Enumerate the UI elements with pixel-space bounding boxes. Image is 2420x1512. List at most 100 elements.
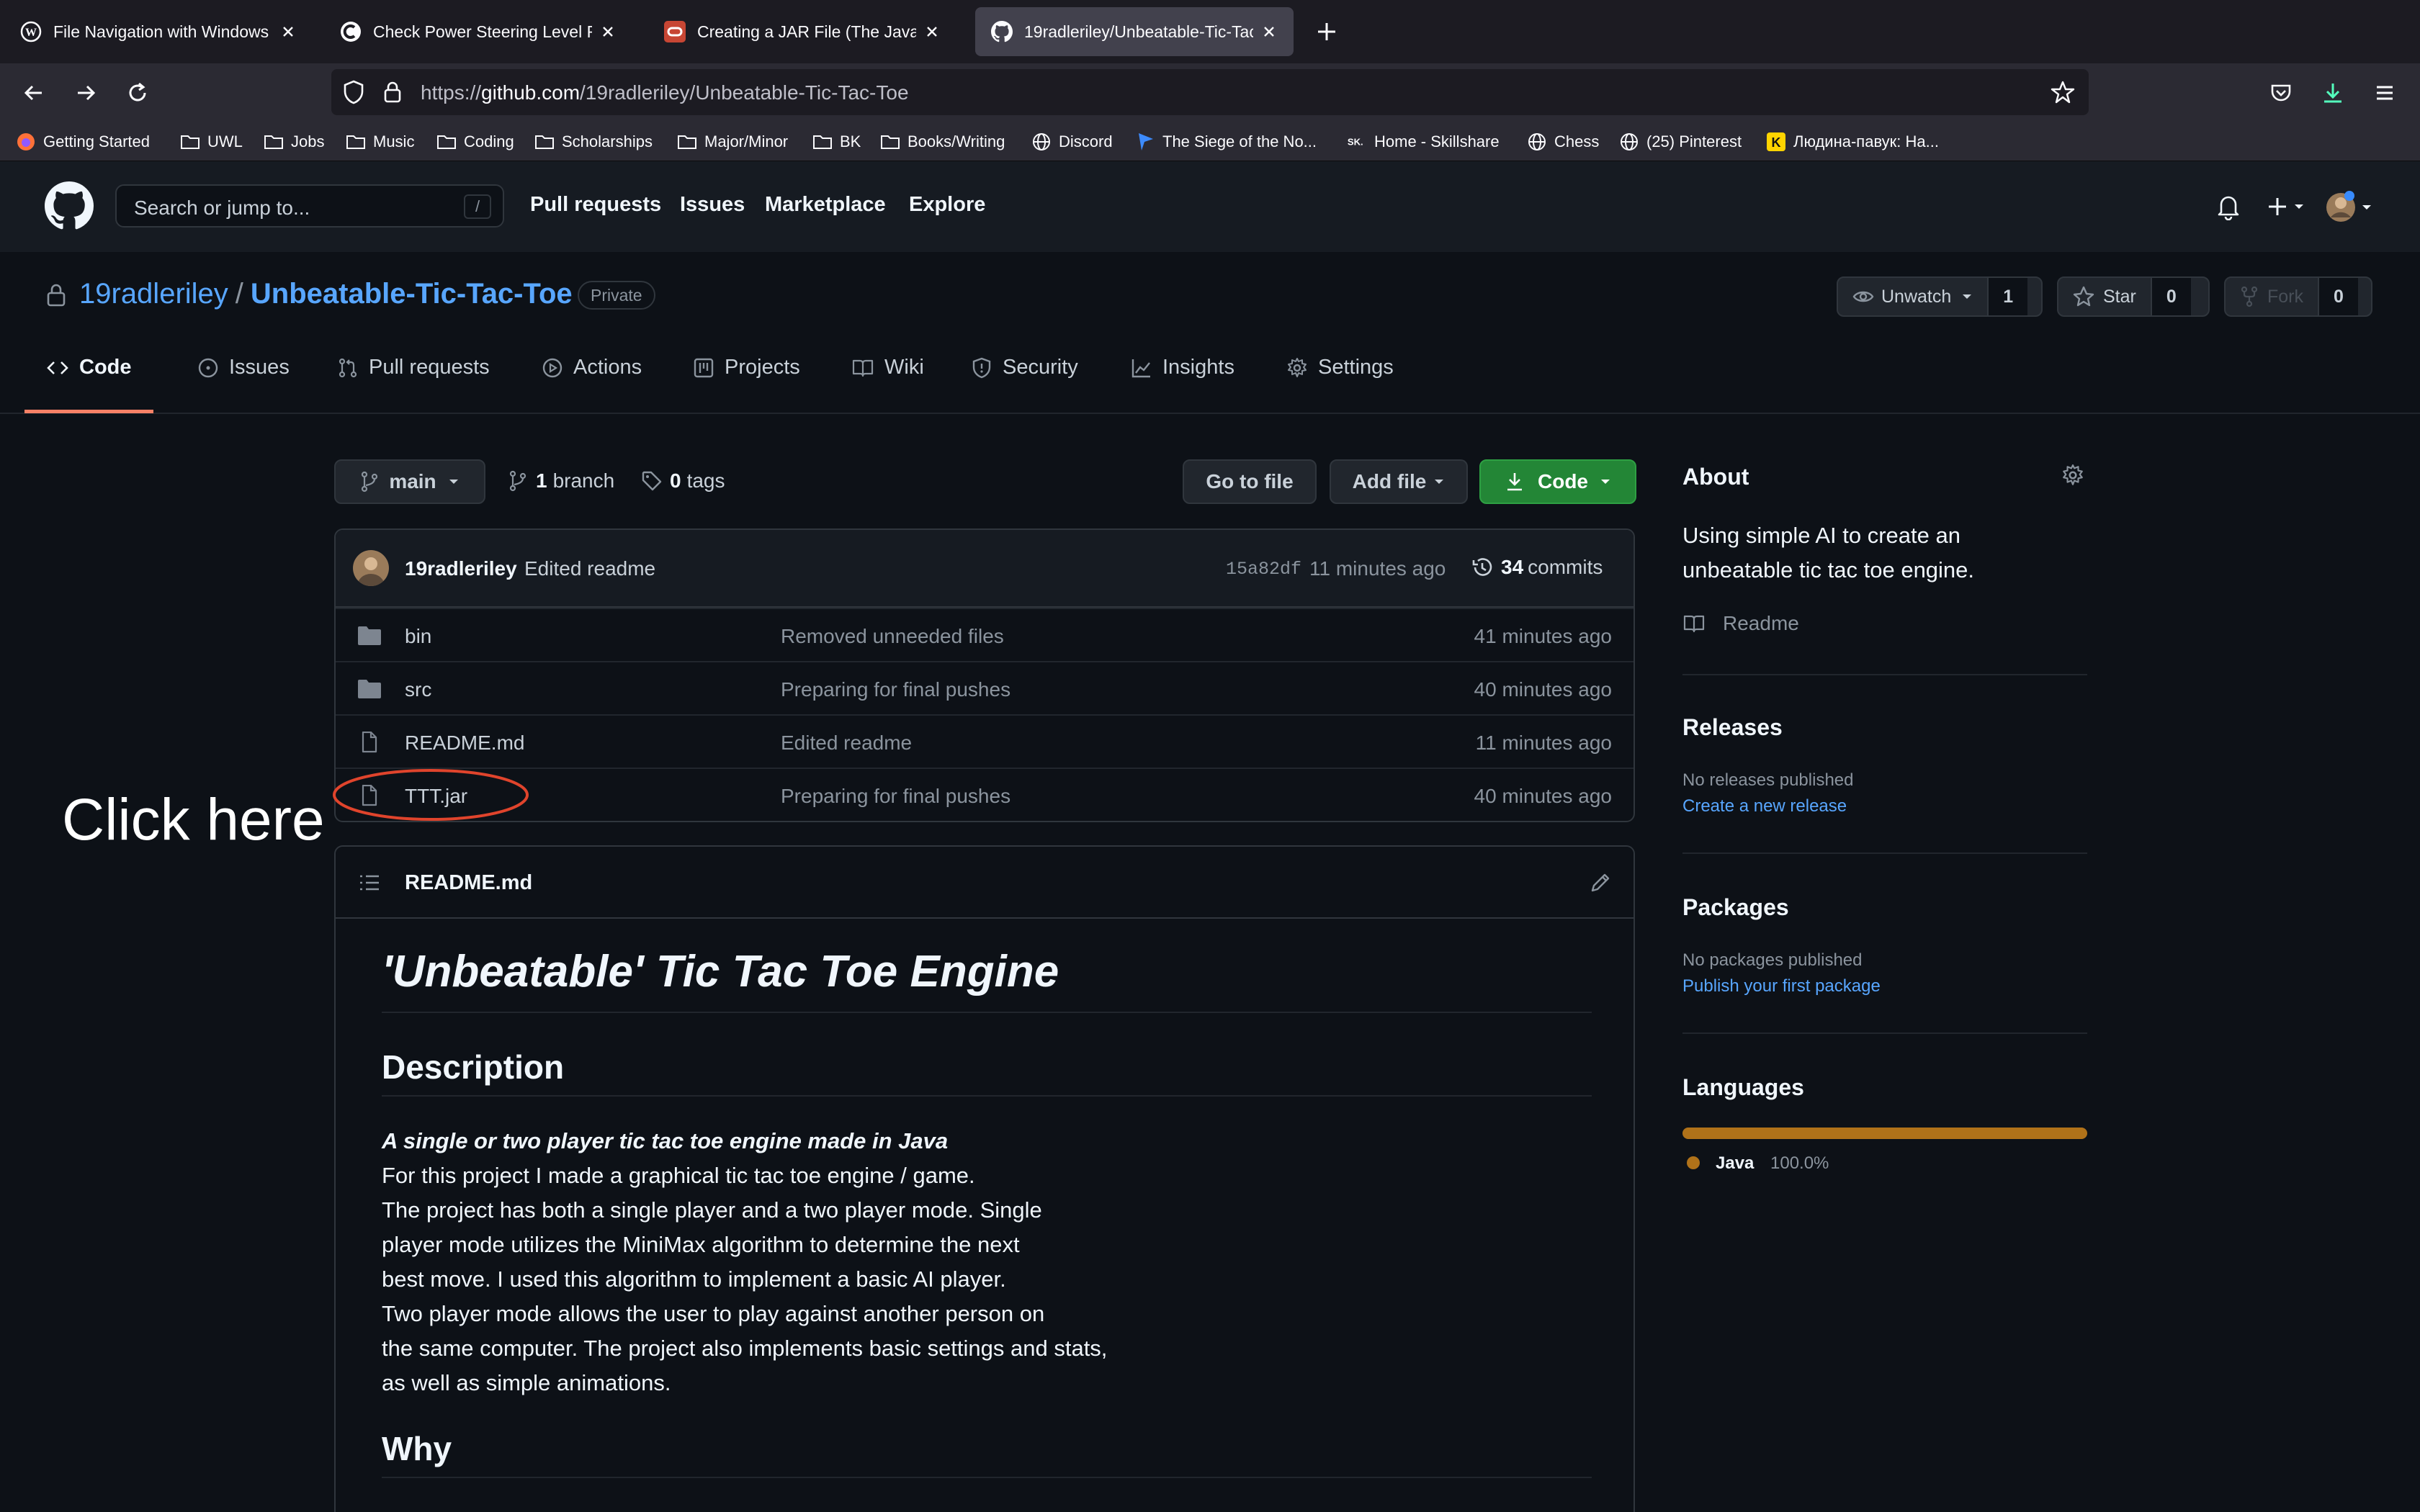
bookmark-uwl[interactable]: UWL — [180, 130, 243, 154]
bookmark-books-writing[interactable]: Books/Writing — [880, 130, 1005, 154]
bookmark-scholarships[interactable]: Scholarships — [534, 130, 653, 154]
bookmark-coding[interactable]: Coding — [436, 130, 514, 154]
close-icon[interactable] — [278, 22, 298, 42]
branch-count-link[interactable]: 1 branch — [508, 469, 614, 492]
bookmark-major-minor[interactable]: Major/Minor — [677, 130, 788, 154]
file-commit-message[interactable]: Removed unneeded files — [781, 625, 1004, 648]
k-icon: K — [1766, 132, 1786, 152]
nav-pull-requests[interactable]: Pull requests — [530, 193, 661, 217]
repo-owner-link[interactable]: 19radleriley — [79, 278, 228, 310]
bookmark-pinterest[interactable]: (25) Pinterest — [1619, 130, 1742, 154]
file-commit-message[interactable]: Preparing for final pushes — [781, 678, 1010, 701]
create-new-plus-icon[interactable] — [2266, 190, 2309, 223]
tab-pull-requests[interactable]: Pull requests — [337, 356, 490, 413]
file-commit-message[interactable]: Edited readme — [781, 732, 912, 755]
hamburger-menu-icon[interactable] — [2370, 78, 2400, 108]
browser-tab-1[interactable]: W File Navigation with Windows Co — [4, 7, 313, 56]
svg-text:K: K — [1772, 135, 1781, 150]
browser-tab-3[interactable]: Creating a JAR File (The Java™ — [648, 7, 956, 56]
browser-tab-bar: W File Navigation with Windows Co Check … — [0, 0, 2420, 63]
bookmark-getting-started[interactable]: Getting Started — [16, 130, 150, 154]
file-row[interactable]: src Preparing for final pushes 40 minute… — [336, 661, 1634, 714]
bookmark-chess[interactable]: Chess — [1527, 130, 1599, 154]
gear-icon[interactable] — [2061, 464, 2084, 487]
language-name[interactable]: Java — [1716, 1153, 1754, 1174]
file-name[interactable]: bin — [405, 625, 431, 648]
url-bar[interactable]: https://github.com/19radleriley/Unbeatab… — [331, 69, 2089, 115]
list-icon[interactable] — [359, 873, 380, 893]
tab-actions[interactable]: Actions — [542, 356, 642, 413]
pencil-icon[interactable] — [1589, 871, 1612, 894]
fork-button-label[interactable]: Fork — [2226, 278, 2318, 315]
fork-button[interactable]: Fork 0 — [2224, 276, 2372, 317]
branch-selector-button[interactable]: main — [334, 459, 485, 504]
repo-name-link[interactable]: Unbeatable-Tic-Tac-Toe — [251, 278, 573, 310]
browser-tab-2[interactable]: Check Power Steering Level For — [324, 7, 632, 56]
releases-heading[interactable]: Releases — [1682, 714, 1783, 741]
bell-icon[interactable] — [2215, 190, 2241, 223]
publish-package-link[interactable]: Publish your first package — [1682, 976, 1881, 996]
file-name[interactable]: src — [405, 678, 431, 701]
lock-icon[interactable] — [382, 80, 403, 104]
new-tab-plus-icon[interactable] — [1312, 17, 1341, 46]
fork-count[interactable]: 0 — [2318, 278, 2358, 315]
languages-heading: Languages — [1682, 1074, 1804, 1100]
tab-code[interactable]: Code — [24, 356, 153, 413]
tab-insights[interactable]: Insights — [1131, 356, 1234, 413]
star-button[interactable]: Star 0 — [2057, 276, 2210, 317]
readme-file-name[interactable]: README.md — [405, 871, 532, 895]
bookmark-spiderman[interactable]: K Людина-павук: На... — [1766, 130, 1939, 154]
tab-settings[interactable]: Settings — [1286, 356, 1394, 413]
commit-message[interactable]: Edited readme — [524, 557, 655, 580]
commit-sha[interactable]: 15a82df — [1226, 559, 1301, 580]
create-release-link[interactable]: Create a new release — [1682, 796, 1847, 816]
watch-button-label[interactable]: Unwatch — [1838, 278, 1987, 315]
bookmark-skillshare[interactable]: SK. Home - Skillshare — [1347, 130, 1500, 154]
nav-issues[interactable]: Issues — [680, 193, 745, 217]
browser-tab-active[interactable]: 19radleriley/Unbeatable-Tic-Tac — [975, 7, 1294, 56]
file-row[interactable]: README.md Edited readme 11 minutes ago — [336, 714, 1634, 768]
back-arrow-icon[interactable] — [19, 78, 49, 108]
file-row[interactable]: bin Removed unneeded files 41 minutes ag… — [336, 608, 1634, 661]
commit-history-link[interactable]: 34 commits — [1471, 556, 1603, 579]
branch-icon — [508, 470, 527, 492]
watch-button[interactable]: Unwatch 1 — [1837, 276, 2043, 317]
search-input[interactable]: Search or jump to... / — [115, 184, 504, 228]
bookmark-siege[interactable]: The Siege of the No... — [1135, 130, 1317, 154]
shield-icon[interactable] — [341, 79, 366, 105]
file-commit-message[interactable]: Preparing for final pushes — [781, 785, 1010, 808]
forward-arrow-icon[interactable] — [71, 78, 101, 108]
tab-issues[interactable]: Issues — [197, 356, 290, 413]
nav-explore[interactable]: Explore — [909, 193, 985, 217]
close-icon[interactable] — [598, 22, 618, 42]
packages-heading[interactable]: Packages — [1682, 894, 1789, 921]
bookmark-discord[interactable]: Discord — [1031, 130, 1113, 154]
star-count[interactable]: 0 — [2150, 278, 2191, 315]
pocket-icon[interactable] — [2266, 78, 2296, 108]
file-name[interactable]: README.md — [405, 732, 524, 755]
tab-wiki[interactable]: Wiki — [851, 356, 924, 413]
readme-link[interactable]: Readme — [1682, 612, 1799, 635]
avatar[interactable] — [2325, 190, 2375, 223]
close-icon[interactable] — [1259, 22, 1279, 42]
close-icon[interactable] — [922, 22, 942, 42]
github-logo-icon[interactable] — [45, 181, 94, 230]
url-text[interactable]: https://github.com/19radleriley/Unbeatab… — [421, 81, 909, 104]
reload-icon[interactable] — [122, 78, 153, 108]
go-to-file-button[interactable]: Go to file — [1183, 459, 1317, 504]
code-download-button[interactable]: Code — [1479, 459, 1636, 504]
tab-projects[interactable]: Projects — [693, 356, 800, 413]
bookmark-music[interactable]: Music — [346, 130, 414, 154]
star-button-label[interactable]: Star — [2058, 278, 2151, 315]
add-file-button[interactable]: Add file — [1330, 459, 1468, 504]
download-icon[interactable] — [2318, 78, 2348, 108]
commit-author[interactable]: 19radleriley — [405, 557, 517, 580]
tag-count-link[interactable]: 0 tags — [641, 469, 725, 492]
watch-count[interactable]: 1 — [1987, 278, 2028, 315]
bookmark-bk[interactable]: BK — [812, 130, 861, 154]
avatar[interactable] — [353, 550, 389, 586]
bookmark-jobs[interactable]: Jobs — [264, 130, 324, 154]
bookmark-star-icon[interactable] — [2050, 79, 2076, 105]
tab-security[interactable]: Security — [971, 356, 1078, 413]
nav-marketplace[interactable]: Marketplace — [765, 193, 886, 217]
